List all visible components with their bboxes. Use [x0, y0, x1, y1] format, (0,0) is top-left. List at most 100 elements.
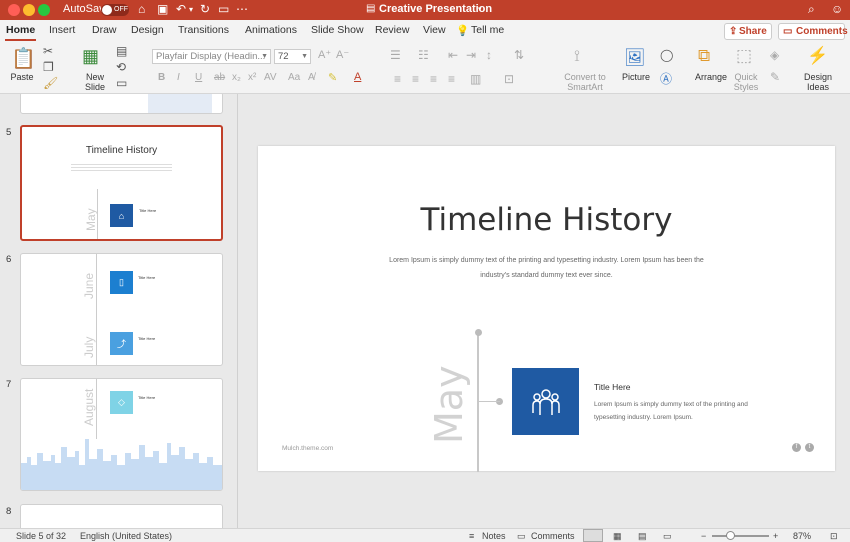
align-center-icon[interactable]: ≡: [412, 72, 419, 86]
month-label[interactable]: May: [427, 365, 471, 444]
arrange-label[interactable]: Arrange: [692, 72, 730, 82]
document-title[interactable]: Creative Presentation: [379, 3, 492, 15]
zoom-window-button[interactable]: [38, 4, 50, 16]
highlight-icon[interactable]: ✎: [328, 71, 337, 84]
current-slide[interactable]: Timeline History Lorem Ipsum is simply d…: [258, 146, 835, 472]
font-size-select[interactable]: 72 ▼: [274, 49, 311, 64]
layout-icon[interactable]: ▤: [116, 44, 127, 58]
convert-smartart-icon[interactable]: ⟟: [574, 48, 580, 66]
columns-icon[interactable]: ▥: [470, 72, 481, 86]
decrease-indent-icon[interactable]: ⇤: [448, 48, 458, 62]
fit-slide-icon[interactable]: ⊡: [830, 531, 838, 542]
picture-icon[interactable]: 🖼: [624, 48, 646, 68]
slide-thumbnail-7[interactable]: August ◇ Title Here: [20, 378, 223, 491]
undo-icon[interactable]: ↶: [176, 2, 186, 16]
autosave-toggle[interactable]: OFF: [101, 4, 129, 16]
font-name-select[interactable]: Playfair Display (Headin... ▼: [152, 49, 271, 64]
text-direction-icon[interactable]: ⇅: [514, 48, 524, 62]
slide-title[interactable]: Timeline History: [258, 202, 835, 238]
item-title[interactable]: Title Here: [594, 382, 631, 392]
text-box-icon[interactable]: Ⓐ: [660, 70, 672, 87]
quick-styles-label-2[interactable]: Styles: [730, 82, 762, 92]
slideshow-icon[interactable]: ▭: [218, 2, 229, 16]
account-icon[interactable]: ☺: [831, 2, 843, 16]
paste-label[interactable]: Paste: [8, 72, 36, 82]
character-spacing-icon[interactable]: AV: [264, 72, 277, 83]
convert-smartart-label-2[interactable]: SmartArt: [560, 82, 610, 92]
shape-outline-icon[interactable]: ✎: [770, 70, 780, 84]
align-left-icon[interactable]: ≡: [394, 72, 401, 86]
slide-thumbnails-pane[interactable]: 5 Timeline History May ⌂ Title Here 6 Ju…: [0, 94, 238, 528]
justify-icon[interactable]: ≡: [448, 72, 455, 86]
normal-view-button[interactable]: [583, 529, 603, 542]
tab-review[interactable]: Review: [375, 24, 409, 36]
tab-transitions[interactable]: Transitions: [178, 24, 229, 36]
slide-thumbnail-5[interactable]: Timeline History May ⌂ Title Here: [20, 125, 223, 241]
tab-draw[interactable]: Draw: [92, 24, 117, 36]
tab-insert[interactable]: Insert: [49, 24, 75, 36]
copy-icon[interactable]: ❐: [43, 60, 54, 74]
close-window-button[interactable]: [8, 4, 20, 16]
numbering-icon[interactable]: ☷: [418, 48, 429, 62]
quick-styles-label-1[interactable]: Quick: [730, 72, 762, 82]
increase-indent-icon[interactable]: ⇥: [466, 48, 476, 62]
zoom-out-button[interactable]: −: [701, 531, 706, 541]
decrease-font-icon[interactable]: A⁻: [336, 48, 349, 61]
tab-view[interactable]: View: [423, 24, 446, 36]
share-button[interactable]: ⇪ Share: [724, 23, 772, 40]
tab-slide-show[interactable]: Slide Show: [311, 24, 364, 36]
line-spacing-icon[interactable]: ↕: [486, 48, 492, 62]
subscript-icon[interactable]: x₂: [232, 72, 241, 83]
superscript-icon[interactable]: x²: [248, 72, 256, 83]
slide-thumbnail-4[interactable]: [20, 94, 223, 114]
format-painter-icon[interactable]: 🖌: [43, 76, 58, 90]
convert-smartart-label-1[interactable]: Convert to: [560, 72, 610, 82]
slide-thumbnail-6[interactable]: June July ▯ ⤴ Title Here Title Here: [20, 253, 223, 366]
save-icon[interactable]: ▣: [157, 2, 168, 16]
slide-thumbnail-8[interactable]: [20, 504, 223, 528]
minimize-window-button[interactable]: [23, 4, 35, 16]
design-ideas-label-2[interactable]: Ideas: [801, 82, 835, 92]
title-dropdown-icon[interactable]: ▾: [478, 5, 482, 13]
zoom-level[interactable]: 87%: [793, 531, 811, 541]
zoom-in-button[interactable]: +: [773, 531, 778, 541]
design-ideas-label-1[interactable]: Design: [801, 72, 835, 82]
team-icon-box[interactable]: [512, 368, 579, 435]
home-icon[interactable]: ⌂: [138, 2, 145, 16]
bullets-icon[interactable]: ☰: [390, 48, 401, 62]
change-case-icon[interactable]: Aa: [288, 72, 300, 83]
arrange-icon[interactable]: ⧉: [698, 46, 710, 66]
redo-icon[interactable]: ↻: [200, 2, 210, 16]
picture-label[interactable]: Picture: [618, 72, 654, 82]
reading-view-icon[interactable]: ▤: [638, 531, 647, 542]
tab-home[interactable]: Home: [6, 24, 35, 36]
language-status[interactable]: English (United States): [80, 531, 172, 541]
slide-subtitle[interactable]: Lorem Ipsum is simply dummy text of the …: [385, 253, 708, 283]
tab-design[interactable]: Design: [131, 24, 164, 36]
tell-me-search[interactable]: Tell me: [471, 24, 504, 36]
slide-footer[interactable]: Mulch.theme.com: [282, 445, 333, 452]
new-slide-label-2[interactable]: Slide: [80, 82, 110, 92]
search-icon[interactable]: ⌕: [808, 2, 815, 17]
design-ideas-icon[interactable]: ⚡: [807, 46, 828, 66]
new-slide-label-1[interactable]: New: [80, 72, 110, 82]
increase-font-icon[interactable]: A⁺: [318, 48, 331, 61]
quick-styles-icon[interactable]: ⬚: [736, 46, 752, 66]
tab-animations[interactable]: Animations: [245, 24, 297, 36]
undo-dropdown-icon[interactable]: ▾: [189, 5, 193, 14]
reset-icon[interactable]: ⟲: [116, 60, 126, 74]
item-description[interactable]: Lorem Ipsum is simply dummy text of the …: [594, 398, 764, 424]
comments-button[interactable]: ▭ Comments: [778, 23, 848, 40]
new-slide-icon[interactable]: ▦: [82, 46, 99, 67]
comments-status-button[interactable]: Comments: [531, 531, 575, 541]
slide-sorter-icon[interactable]: ▦: [613, 531, 622, 542]
paste-icon[interactable]: 📋: [11, 46, 36, 71]
slideshow-view-icon[interactable]: ▭: [663, 531, 672, 542]
clear-format-icon[interactable]: A̸: [308, 72, 315, 83]
zoom-slider[interactable]: [712, 535, 769, 537]
font-color-icon[interactable]: A: [354, 71, 361, 83]
zoom-slider-thumb[interactable]: [726, 531, 735, 540]
section-icon[interactable]: ▭: [116, 76, 127, 90]
underline-icon[interactable]: U: [195, 72, 202, 83]
align-right-icon[interactable]: ≡: [430, 72, 437, 86]
